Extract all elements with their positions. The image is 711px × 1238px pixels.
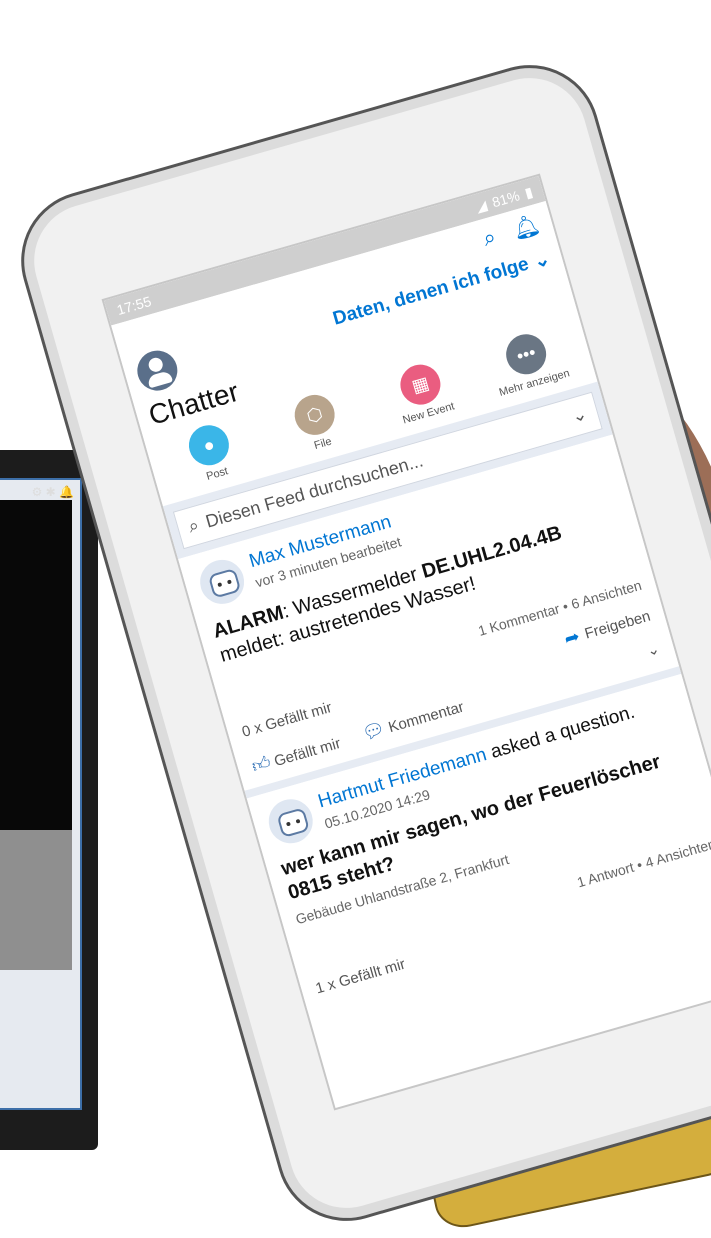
author-avatar[interactable] — [194, 554, 250, 610]
file-icon: ⬡ — [289, 390, 340, 440]
battery-icon: ▮ — [522, 183, 535, 201]
author-avatar[interactable] — [263, 794, 318, 849]
notifications-bell-icon[interactable]: 🔔︎ — [509, 211, 543, 244]
laptop-gray-panel — [0, 830, 72, 970]
post-icon: ● — [184, 420, 234, 470]
laptop-dark-panel — [0, 500, 72, 830]
signal-icon: ◢ — [473, 196, 489, 215]
chevron-down-icon: ⌄ — [531, 248, 553, 273]
user-avatar-button[interactable] — [132, 345, 183, 396]
search-icon[interactable]: ⌕ — [480, 224, 499, 252]
chevron-down-icon[interactable]: ⌄ — [645, 639, 663, 664]
battery-level: 81% — [490, 187, 522, 211]
like-count: 0 x Gefällt mir — [240, 698, 334, 741]
calendar-icon: ▦ — [395, 359, 446, 410]
laptop-screen: ⚙ ✱ 🔔 — [0, 478, 82, 1110]
thumbs-up-icon: 👍︎ — [249, 751, 274, 777]
comment-icon: 💬︎ — [359, 718, 388, 744]
chevron-down-icon[interactable]: ⌄ — [569, 403, 589, 427]
more-dots-icon: ••• — [501, 329, 551, 380]
laptop-illustration: ⚙ ✱ 🔔 — [0, 450, 98, 1150]
action-label: File — [312, 435, 334, 452]
share-arrow-icon: ➦ — [561, 625, 582, 650]
search-icon: ⌕ — [185, 514, 202, 537]
action-label: New Event — [401, 400, 456, 427]
action-label: Post — [204, 465, 230, 483]
